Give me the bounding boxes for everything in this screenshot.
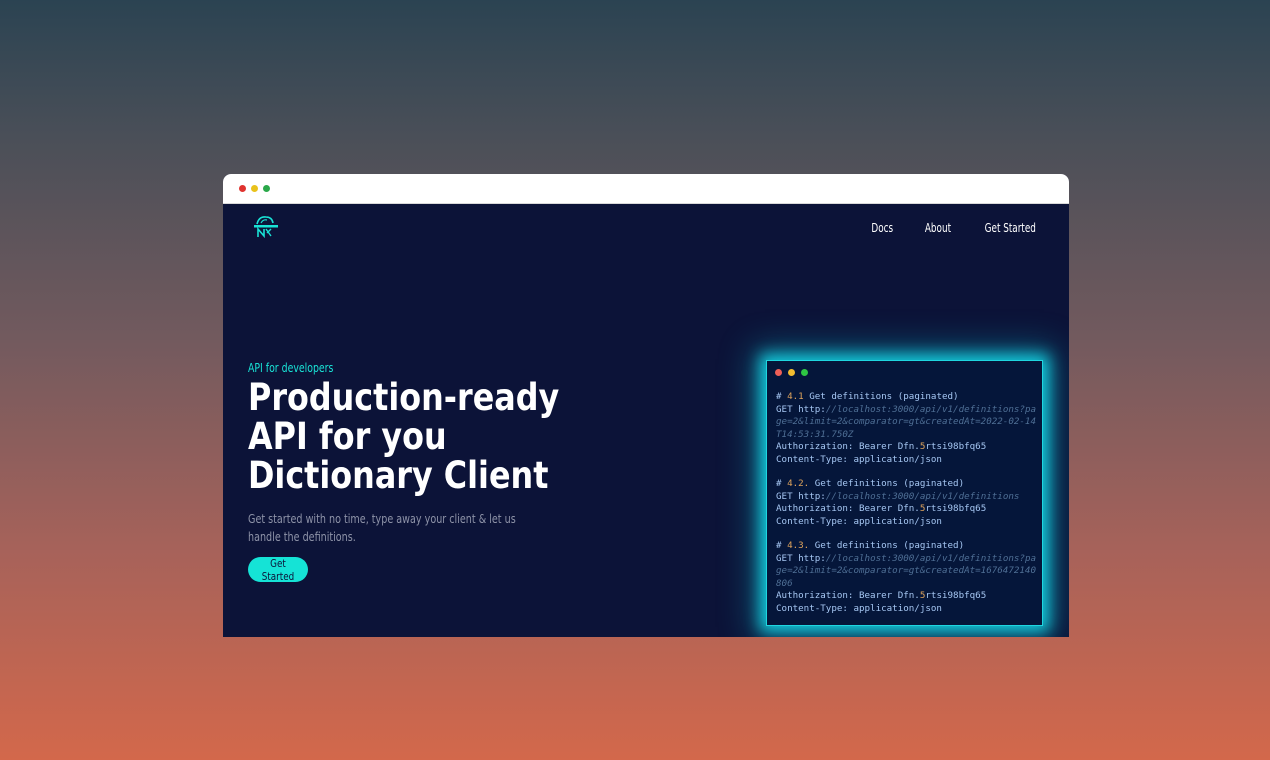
minimize-window-dot[interactable]: [251, 185, 258, 192]
code-body: # 4.1 Get definitions (paginated) GET ht…: [776, 391, 1036, 627]
browser-window: Docs About Get Started API for developer…: [223, 174, 1069, 637]
nav-docs[interactable]: Docs: [871, 221, 893, 235]
code-auth-line: Authorization: Bearer Dfn.5rtsi98bfq65: [776, 503, 987, 514]
code-minimize-dot: [788, 369, 795, 376]
hero-subtext: Get started with no time, type away your…: [248, 512, 516, 544]
code-block: # 4.3. Get definitions (paginated) GET h…: [776, 540, 1036, 615]
code-heading: # 4.3. Get definitions (paginated): [776, 540, 965, 551]
site-logo[interactable]: [250, 214, 280, 238]
code-block: # 4.2. Get definitions (paginated) GET h…: [776, 478, 1036, 528]
code-auth-line: Authorization: Bearer Dfn.5rtsi98bfq65: [776, 590, 987, 601]
get-started-label: Get Started: [261, 557, 295, 583]
landing-page: Docs About Get Started API for developer…: [223, 204, 1069, 637]
hero-headline: Production-ready API for you Dictionary …: [248, 376, 560, 497]
nav-get-started[interactable]: Get Started: [985, 221, 1036, 235]
get-started-button[interactable]: Get Started: [248, 557, 308, 583]
main-nav: Docs About Get Started: [869, 221, 1042, 235]
hero-eyebrow: API for developers: [248, 361, 334, 375]
nav-about[interactable]: About: [924, 221, 950, 235]
code-request-line: GET http://localhost:3000/api/v1/definit…: [776, 490, 1020, 502]
close-window-dot[interactable]: [239, 185, 246, 192]
code-close-dot: [775, 369, 782, 376]
code-auth-line: Authorization: Bearer Dfn.5rtsi98bfq65: [776, 441, 987, 452]
code-block: # 4.1 Get definitions (paginated) GET ht…: [776, 391, 1036, 466]
browser-chrome: [223, 174, 1069, 204]
code-content-type-line: Content-Type: application/json: [776, 602, 942, 614]
code-content-type-line: Content-Type: application/json: [776, 453, 942, 465]
code-request-line: GET http://localhost:3000/api/v1/definit…: [776, 552, 1037, 589]
code-content-type-line: Content-Type: application/json: [776, 515, 942, 527]
code-heading: # 4.2. Get definitions (paginated): [776, 478, 965, 489]
maximize-window-dot[interactable]: [263, 185, 270, 192]
code-maximize-dot: [801, 369, 808, 376]
code-request-line: GET http://localhost:3000/api/v1/definit…: [776, 403, 1037, 440]
code-heading: # 4.1 Get definitions (paginated): [776, 391, 959, 402]
code-window: # 4.1 Get definitions (paginated) GET ht…: [766, 360, 1043, 626]
